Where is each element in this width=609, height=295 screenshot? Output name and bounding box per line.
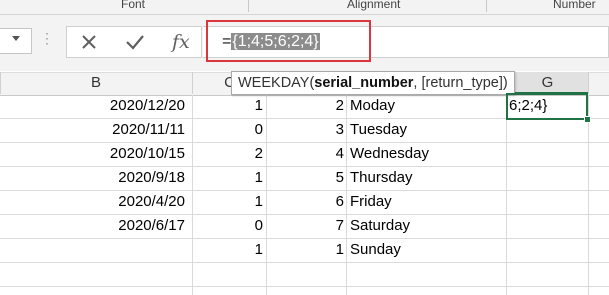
grid-line [0,286,609,287]
cell-e[interactable]: Thursday [350,166,413,190]
cell-date[interactable]: 2020/11/11 [0,118,185,142]
grid-line [506,95,507,295]
ribbon-separator [486,0,487,12]
fill-handle[interactable] [584,116,591,123]
grid-line [346,95,347,295]
cell-c[interactable]: 1 [193,94,263,118]
x-icon[interactable] [80,28,98,59]
cell-c[interactable]: 2 [193,142,263,166]
name-box[interactable] [0,28,32,54]
grid-line [588,95,589,295]
ribbon-group-alignment: Alignment [347,0,401,11]
tooltip-current-argument: serial_number [314,75,414,91]
ribbon-group-font: Font [121,0,146,11]
cell-e[interactable]: Saturday [350,214,410,238]
ribbon-group-labels [0,0,609,15]
column-header-g[interactable]: G [507,72,588,94]
chevron-down-icon[interactable] [12,36,20,41]
cell-c[interactable]: 0 [193,118,263,142]
cell-e[interactable]: Moday [350,94,395,118]
cell-date[interactable]: 2020/9/18 [0,166,185,190]
cell-c[interactable]: 1 [193,190,263,214]
grip-dots-icon[interactable]: ⋮ [40,31,54,45]
cell-d[interactable]: 3 [267,118,344,142]
cell-date[interactable]: 2020/10/15 [0,142,185,166]
cell-c[interactable]: 1 [193,166,263,190]
column-header-b[interactable]: B [0,72,192,94]
cell-d[interactable]: 7 [267,214,344,238]
tooltip-function-name: WEEKDAY( [238,75,315,91]
selected-cell-g2[interactable]: 6;2;4} [509,95,547,117]
cell-e[interactable]: Sunday [350,238,401,262]
cell-date[interactable]: 2020/6/17 [0,214,185,238]
ribbon-separator [248,0,249,12]
cell-e[interactable]: Wednesday [350,142,429,166]
function-tooltip-text[interactable]: WEEKDAY(serial_number, [return_type]) [238,73,508,93]
cell-date[interactable] [0,238,185,262]
fx-icon[interactable]: fx [172,28,190,56]
grid-line [0,262,609,263]
cell-e[interactable]: Friday [350,190,392,214]
cell-d[interactable]: 6 [267,190,344,214]
cell-d[interactable]: 5 [267,166,344,190]
checkmark-icon[interactable] [125,28,145,59]
cell-d[interactable]: 2 [267,94,344,118]
cell-c[interactable]: 1 [193,238,263,262]
cell-e[interactable]: Tuesday [350,118,407,142]
cell-d[interactable]: 4 [267,142,344,166]
cell-date[interactable]: 2020/12/20 [0,94,185,118]
tooltip-remaining-arguments: , [return_type]) [413,75,508,91]
cell-date[interactable]: 2020/4/20 [0,190,185,214]
column-divider [588,72,589,94]
annotation-highlight [206,20,371,62]
cell-d[interactable]: 1 [267,238,344,262]
ribbon-group-number: Number [553,0,596,11]
cell-c[interactable]: 0 [193,214,263,238]
